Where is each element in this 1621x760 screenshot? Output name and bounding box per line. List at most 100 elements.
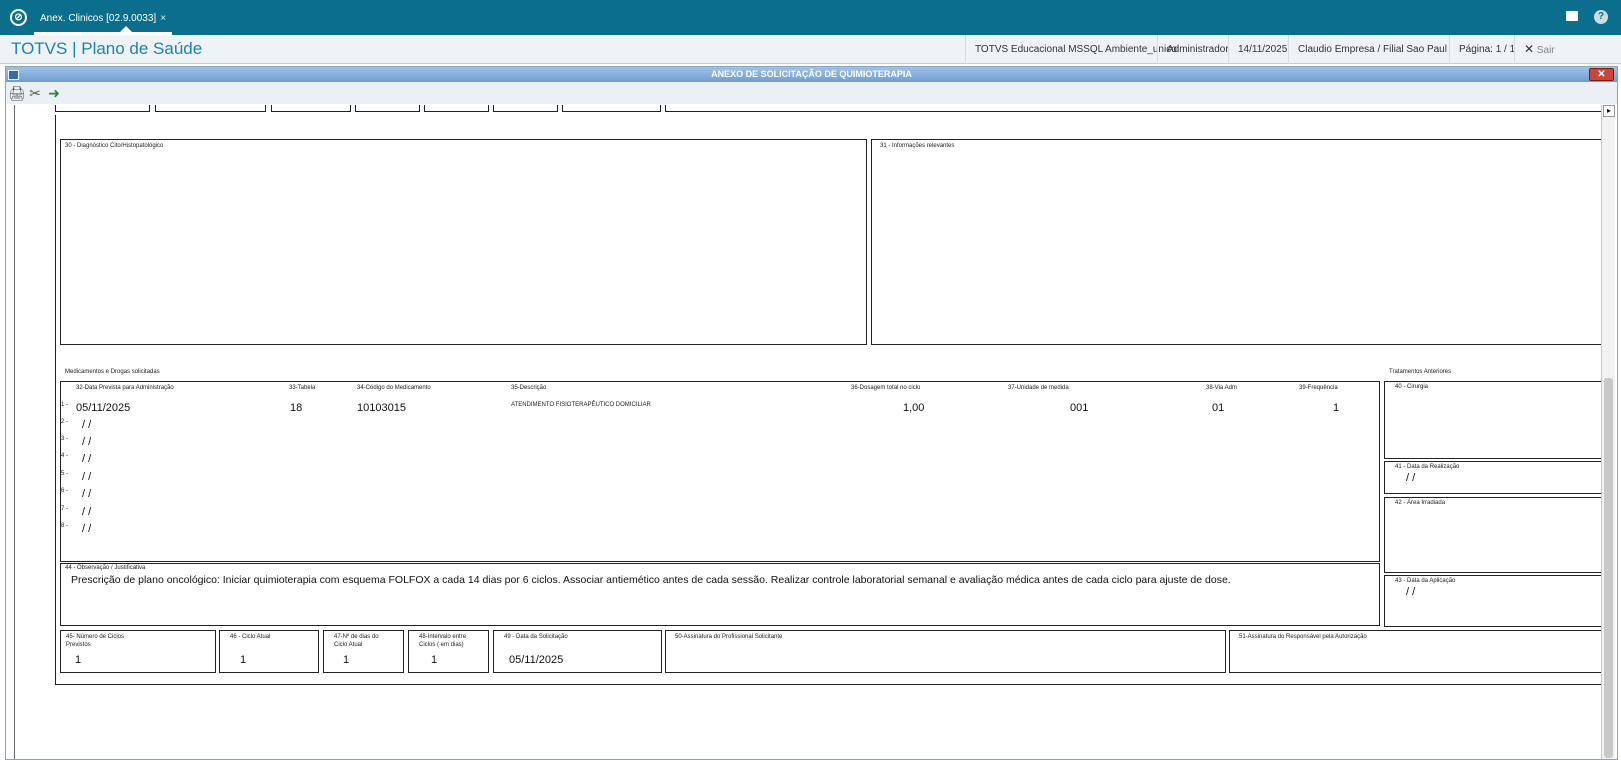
col-37-header: 37-Unidade de medida <box>1008 385 1069 391</box>
row-8-date[interactable]: / / <box>82 523 91 535</box>
row-4-number: 4 - <box>61 453 69 459</box>
mail-icon[interactable] <box>1566 11 1578 21</box>
f43-value: / / <box>1406 586 1416 598</box>
cirurgia-box[interactable]: 40 - Cirurgia <box>1384 381 1609 459</box>
medications-table: 32-Data Prevista para Administração 33-T… <box>60 381 1380 562</box>
frame-left <box>55 115 56 685</box>
assinatura-profissional-box[interactable]: 50-Assinatura do Profissional Solicitant… <box>665 630 1226 673</box>
f44-label: 44 - Observação / Justificativa <box>65 565 146 571</box>
assinatura-responsavel-box[interactable]: 51-Assinatura do Responsável pela Autori… <box>1229 630 1609 673</box>
f41-label: 41 - Data da Realização <box>1395 464 1460 470</box>
row-8-number: 8 - <box>61 523 69 529</box>
tools-icon[interactable]: ✂ <box>27 85 43 101</box>
exit-button[interactable]: ✕ Sair <box>1514 35 1564 64</box>
row-5-date[interactable]: / / <box>82 471 91 483</box>
col-36-header: 36-Dosagem total no ciclo <box>851 385 921 391</box>
vertical-scrollbar[interactable]: ▸ <box>1601 105 1615 759</box>
top-field-box <box>424 105 489 112</box>
col-32-header: 32-Data Prevista para Administração <box>76 385 174 391</box>
f45-label-2: Previstos <box>66 642 91 648</box>
f51-label: 51-Assinatura do Responsável pela Autori… <box>1239 634 1367 640</box>
f44-value: Prescrição de plano oncológico: Iniciar … <box>71 574 1231 586</box>
date-label[interactable]: 14/11/2025 <box>1228 35 1296 64</box>
top-field-box <box>271 105 351 112</box>
col-39-header: 39-Frequência <box>1299 385 1338 391</box>
row-1-date[interactable]: 05/11/2025 <box>76 402 130 414</box>
totvs-logo-icon[interactable]: ⊘ <box>10 9 27 26</box>
window-close-button[interactable]: ✕ <box>1589 68 1614 81</box>
tab-label: Anex. Clinicos [02.9.0033] <box>40 13 157 24</box>
toolbar: 🖨 ✂ ➜ <box>6 82 1617 104</box>
row-2-number: 2 - <box>61 419 69 425</box>
row-1-tabela[interactable]: 18 <box>290 402 302 414</box>
col-35-header: 35-Descrição <box>511 385 547 391</box>
page-indicator: Página: 1 / 1 <box>1449 35 1524 64</box>
company-label[interactable]: Claudio Empresa / Filial Sao Paul <box>1288 35 1456 64</box>
row-1-frequencia[interactable]: 1 <box>1333 402 1339 414</box>
exit-label: Sair <box>1536 45 1555 56</box>
app-brand: TOTVS | Plano de Saúde <box>11 39 203 58</box>
intervalo-ciclos-box[interactable]: 48-Intervalo entre Ciclos ( em dias) 1 <box>408 630 489 673</box>
f49-value: 05/11/2025 <box>509 654 564 666</box>
row-2-date[interactable]: / / <box>82 419 91 431</box>
diagnostico-box[interactable]: 30 - Diagnóstico Cito/Histopatológico <box>60 139 867 345</box>
row-5-number: 5 - <box>61 471 69 477</box>
col-33-header: 33-Tabela <box>289 385 316 391</box>
row-7-number: 7 - <box>61 506 69 512</box>
f42-label: 42 - Área Irradiada <box>1395 500 1446 506</box>
f31-label: 31 - Informações relevantes <box>880 143 955 149</box>
num-ciclos-box[interactable]: 45- Número de Ciclos Previstos 1 <box>60 630 216 673</box>
tab-anex-clinicos[interactable]: Anex. Clinicos [02.9.0033] × <box>34 6 173 35</box>
f47-label-2: Ciclo Atual <box>334 642 363 648</box>
area-irradiada-box[interactable]: 42 - Área Irradiada <box>1384 497 1609 573</box>
top-field-box <box>55 105 150 112</box>
environment-label[interactable]: TOTVS Educacional MSSQL Ambiente_unico <box>965 35 1186 64</box>
row-6-date[interactable]: / / <box>82 488 91 500</box>
report-window: ANEXO DE SOLICITAÇÃO DE QUIMIOTERAPIA ✕ … <box>5 66 1618 760</box>
f47-value: 1 <box>343 654 350 666</box>
f50-label: 50-Assinatura do Profissional Solicitant… <box>675 634 783 640</box>
f46-value: 1 <box>240 654 247 666</box>
informacoes-box[interactable]: 31 - Informações relevantes <box>871 139 1609 345</box>
app-header: TOTVS | Plano de Saúde TOTVS Educacional… <box>0 35 1621 64</box>
scroll-thumb[interactable] <box>1604 378 1613 758</box>
row-1-codigo[interactable]: 10103015 <box>357 402 406 414</box>
row-1-unidade[interactable]: 001 <box>1070 402 1088 414</box>
f47-label-1: 47-Nº de dias do <box>334 634 379 640</box>
row-3-number: 3 - <box>61 436 69 442</box>
meds-title: Medicamentos e Drogas solicitadas <box>65 369 160 375</box>
scroll-next-icon[interactable]: ▸ <box>1603 105 1615 117</box>
row-1-descricao[interactable]: ATENDIMENTO FISIOTERAPÊUTICO DOMICILIAR <box>511 402 651 409</box>
f41-value: / / <box>1406 472 1416 484</box>
f49-label: 49 - Data da Solicitação <box>504 634 568 640</box>
print-icon[interactable]: 🖨 <box>8 85 26 101</box>
row-7-date[interactable]: / / <box>82 506 91 518</box>
f30-label: 30 - Diagnóstico Cito/Histopatológico <box>65 143 164 149</box>
dias-ciclo-box[interactable]: 47-Nº de dias do Ciclo Atual 1 <box>323 630 404 673</box>
report-canvas: 30 - Diagnóstico Cito/Histopatológico 31… <box>14 105 1609 759</box>
data-realizacao-box[interactable]: 41 - Data da Realização / / <box>1384 461 1609 494</box>
row-1-via[interactable]: 01 <box>1212 402 1224 414</box>
f48-value: 1 <box>431 654 438 666</box>
observacao-box[interactable]: 44 - Observação / Justificativa Prescriç… <box>60 563 1380 626</box>
exit-door-icon[interactable]: ➜ <box>46 85 62 101</box>
window-icon <box>8 70 19 80</box>
data-aplicacao-box[interactable]: 43 - Data da Aplicação / / <box>1384 575 1609 627</box>
row-1-dosagem[interactable]: 1,00 <box>903 402 924 414</box>
tab-close-icon[interactable]: × <box>160 13 166 24</box>
col-34-header: 34-Código do Medicamento <box>357 385 431 391</box>
top-field-box <box>493 105 558 112</box>
user-label[interactable]: Administrador <box>1157 35 1238 64</box>
row-4-date[interactable]: / / <box>82 453 91 465</box>
f46-label: 46 - Ciclo Atual <box>230 634 271 640</box>
row-3-date[interactable]: / / <box>82 436 91 448</box>
col-38-header: 38-Via Adm <box>1206 385 1237 391</box>
f48-label-2: Ciclos ( em dias) <box>419 642 464 648</box>
window-title: ANEXO DE SOLICITAÇÃO DE QUIMIOTERAPIA <box>711 69 912 79</box>
data-solicitacao-box[interactable]: 49 - Data da Solicitação 05/11/2025 <box>493 630 662 673</box>
ciclo-atual-box[interactable]: 46 - Ciclo Atual 1 <box>219 630 319 673</box>
help-icon[interactable]: ? <box>1594 10 1608 24</box>
f48-label-1: 48-Intervalo entre <box>419 634 467 640</box>
f45-value: 1 <box>75 654 82 666</box>
top-field-box <box>562 105 661 112</box>
